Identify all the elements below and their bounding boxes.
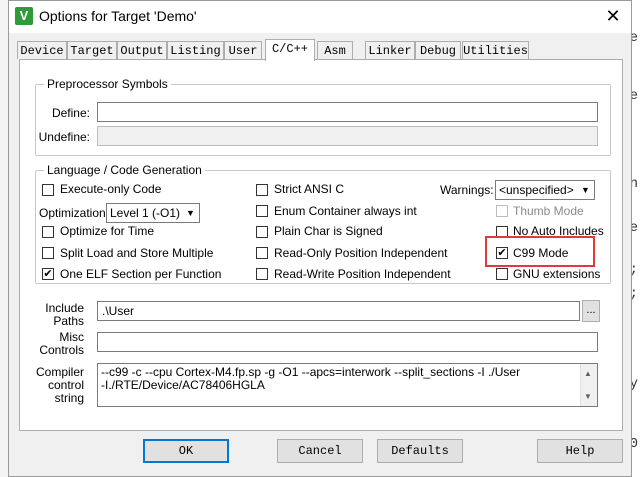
- ropi-checkbox[interactable]: [256, 247, 268, 259]
- gnu-extensions-label: GNU extensions: [513, 267, 601, 281]
- help-button[interactable]: Help: [537, 439, 623, 463]
- tab-asm[interactable]: Asm: [317, 41, 353, 59]
- include-paths-label-line2: Paths: [53, 314, 84, 328]
- warnings-value: <unspecified>: [499, 183, 574, 197]
- tab-c-cpp[interactable]: C/C++: [265, 39, 315, 61]
- title-bar: V Options for Target 'Demo' ✕: [9, 1, 631, 33]
- compiler-string-label: Compiler control string: [30, 366, 84, 405]
- scroll-up-icon: ▲: [584, 369, 592, 378]
- warnings-select[interactable]: <unspecified> ▼: [495, 180, 595, 200]
- misc-controls-input[interactable]: [97, 332, 598, 352]
- dialog-title: Options for Target 'Demo': [39, 8, 197, 24]
- ok-button[interactable]: OK: [143, 439, 229, 463]
- preprocessor-group-title: Preprocessor Symbols: [44, 77, 171, 91]
- tab-utilities[interactable]: Utilities: [462, 41, 529, 59]
- tab-listing[interactable]: Listing: [167, 41, 224, 59]
- scroll-down-icon: ▼: [584, 392, 592, 401]
- misc-controls-label: Misc Controls: [30, 331, 84, 357]
- defaults-button[interactable]: Defaults: [377, 439, 463, 463]
- undefine-input: [97, 126, 598, 146]
- chevron-down-icon: ▼: [186, 208, 195, 218]
- enum-container-label: Enum Container always int: [274, 204, 417, 218]
- cpp-settings-panel: Preprocessor Symbols Define: Undefine: L…: [19, 59, 623, 431]
- plain-char-checkbox[interactable]: [256, 226, 268, 238]
- close-icon[interactable]: ✕: [599, 3, 627, 29]
- include-paths-label: Include Paths: [30, 302, 84, 328]
- tab-debug[interactable]: Debug: [415, 41, 461, 59]
- optimization-label: Optimization:: [39, 206, 110, 220]
- strict-ansi-label: Strict ANSI C: [274, 182, 345, 196]
- ropi-label: Read-Only Position Independent: [274, 246, 448, 260]
- language-group-title: Language / Code Generation: [44, 163, 205, 177]
- misc-controls-label-line2: Controls: [39, 343, 84, 357]
- optimization-value: Level 1 (-O1): [110, 206, 181, 220]
- one-elf-section-label: One ELF Section per Function: [60, 267, 222, 281]
- tab-linker[interactable]: Linker: [365, 41, 415, 59]
- include-paths-browse-button[interactable]: ...: [582, 300, 600, 322]
- optimize-time-label: Optimize for Time: [60, 224, 155, 238]
- define-input[interactable]: [97, 102, 598, 122]
- split-load-store-label: Split Load and Store Multiple: [60, 246, 214, 260]
- background-window-left: [0, 0, 8, 477]
- execute-only-label: Execute-only Code: [60, 182, 162, 196]
- chevron-down-icon: ▼: [581, 185, 590, 195]
- undefine-label: Undefine:: [38, 130, 90, 144]
- enum-container-checkbox[interactable]: [256, 205, 268, 217]
- plain-char-label: Plain Char is Signed: [274, 224, 383, 238]
- tab-target[interactable]: Target: [67, 41, 117, 59]
- tab-user[interactable]: User: [224, 41, 262, 59]
- compiler-string-label-line3: string: [54, 391, 84, 405]
- thumb-mode-label: Thumb Mode: [513, 204, 584, 218]
- rwpi-label: Read-Write Position Independent: [274, 267, 451, 281]
- gnu-extensions-checkbox[interactable]: [496, 268, 508, 280]
- tab-device[interactable]: Device: [17, 41, 67, 59]
- execute-only-checkbox[interactable]: [42, 184, 54, 196]
- strict-ansi-checkbox[interactable]: [256, 184, 268, 196]
- options-dialog: V Options for Target 'Demo' ✕ Device Tar…: [8, 0, 632, 477]
- compiler-control-string[interactable]: --c99 -c --cpu Cortex-M4.fp.sp -g -O1 --…: [97, 363, 598, 407]
- compiler-string-scrollbar[interactable]: ▲ ▼: [580, 364, 597, 406]
- define-label: Define:: [51, 106, 90, 120]
- c99-mode-checkbox[interactable]: ✔: [496, 247, 508, 259]
- split-load-store-checkbox[interactable]: [42, 247, 54, 259]
- tab-output[interactable]: Output: [117, 41, 167, 59]
- one-elf-section-checkbox[interactable]: ✔: [42, 268, 54, 280]
- include-paths-input[interactable]: .\User: [97, 301, 580, 321]
- thumb-mode-checkbox: [496, 205, 508, 217]
- rwpi-checkbox[interactable]: [256, 268, 268, 280]
- warnings-label: Warnings:: [440, 183, 494, 197]
- cancel-button[interactable]: Cancel: [277, 439, 363, 463]
- uvision-app-icon: V: [15, 7, 33, 25]
- c99-mode-label: C99 Mode: [513, 246, 569, 260]
- optimize-time-checkbox[interactable]: [42, 226, 54, 238]
- compiler-string-line2: -I./RTE/Device/AC78406HGLA: [101, 378, 265, 392]
- optimization-select[interactable]: Level 1 (-O1) ▼: [106, 203, 200, 223]
